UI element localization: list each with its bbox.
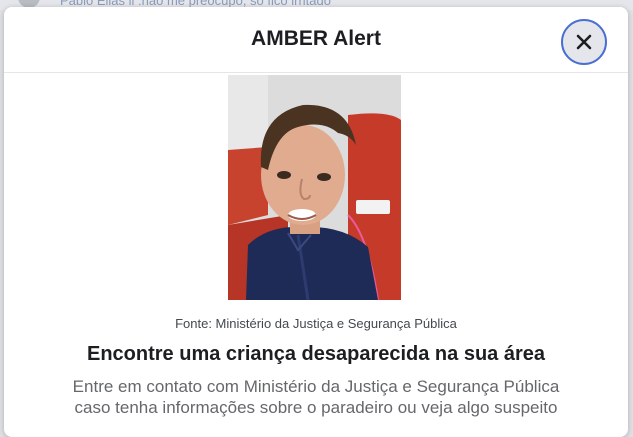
amber-alert-dialog: AMBER Alert Fonte: Ministério da Justiça…	[4, 7, 628, 437]
missing-child-photo	[228, 75, 401, 300]
description-line-1: Entre em contato com Ministério da Justi…	[72, 377, 560, 396]
dialog-title: AMBER Alert	[251, 27, 381, 50]
alert-headline: Encontre uma criança desaparecida na sua…	[87, 343, 545, 365]
description-line-2: caso tenha informações sobre o paradeiro…	[74, 398, 558, 417]
dialog-header: AMBER Alert	[4, 7, 628, 73]
alert-description: Entre em contato com Ministério da Justi…	[4, 376, 628, 418]
close-button[interactable]	[561, 19, 607, 65]
close-icon	[576, 34, 592, 50]
source-caption: Fonte: Ministério da Justiça e Segurança…	[175, 316, 457, 331]
